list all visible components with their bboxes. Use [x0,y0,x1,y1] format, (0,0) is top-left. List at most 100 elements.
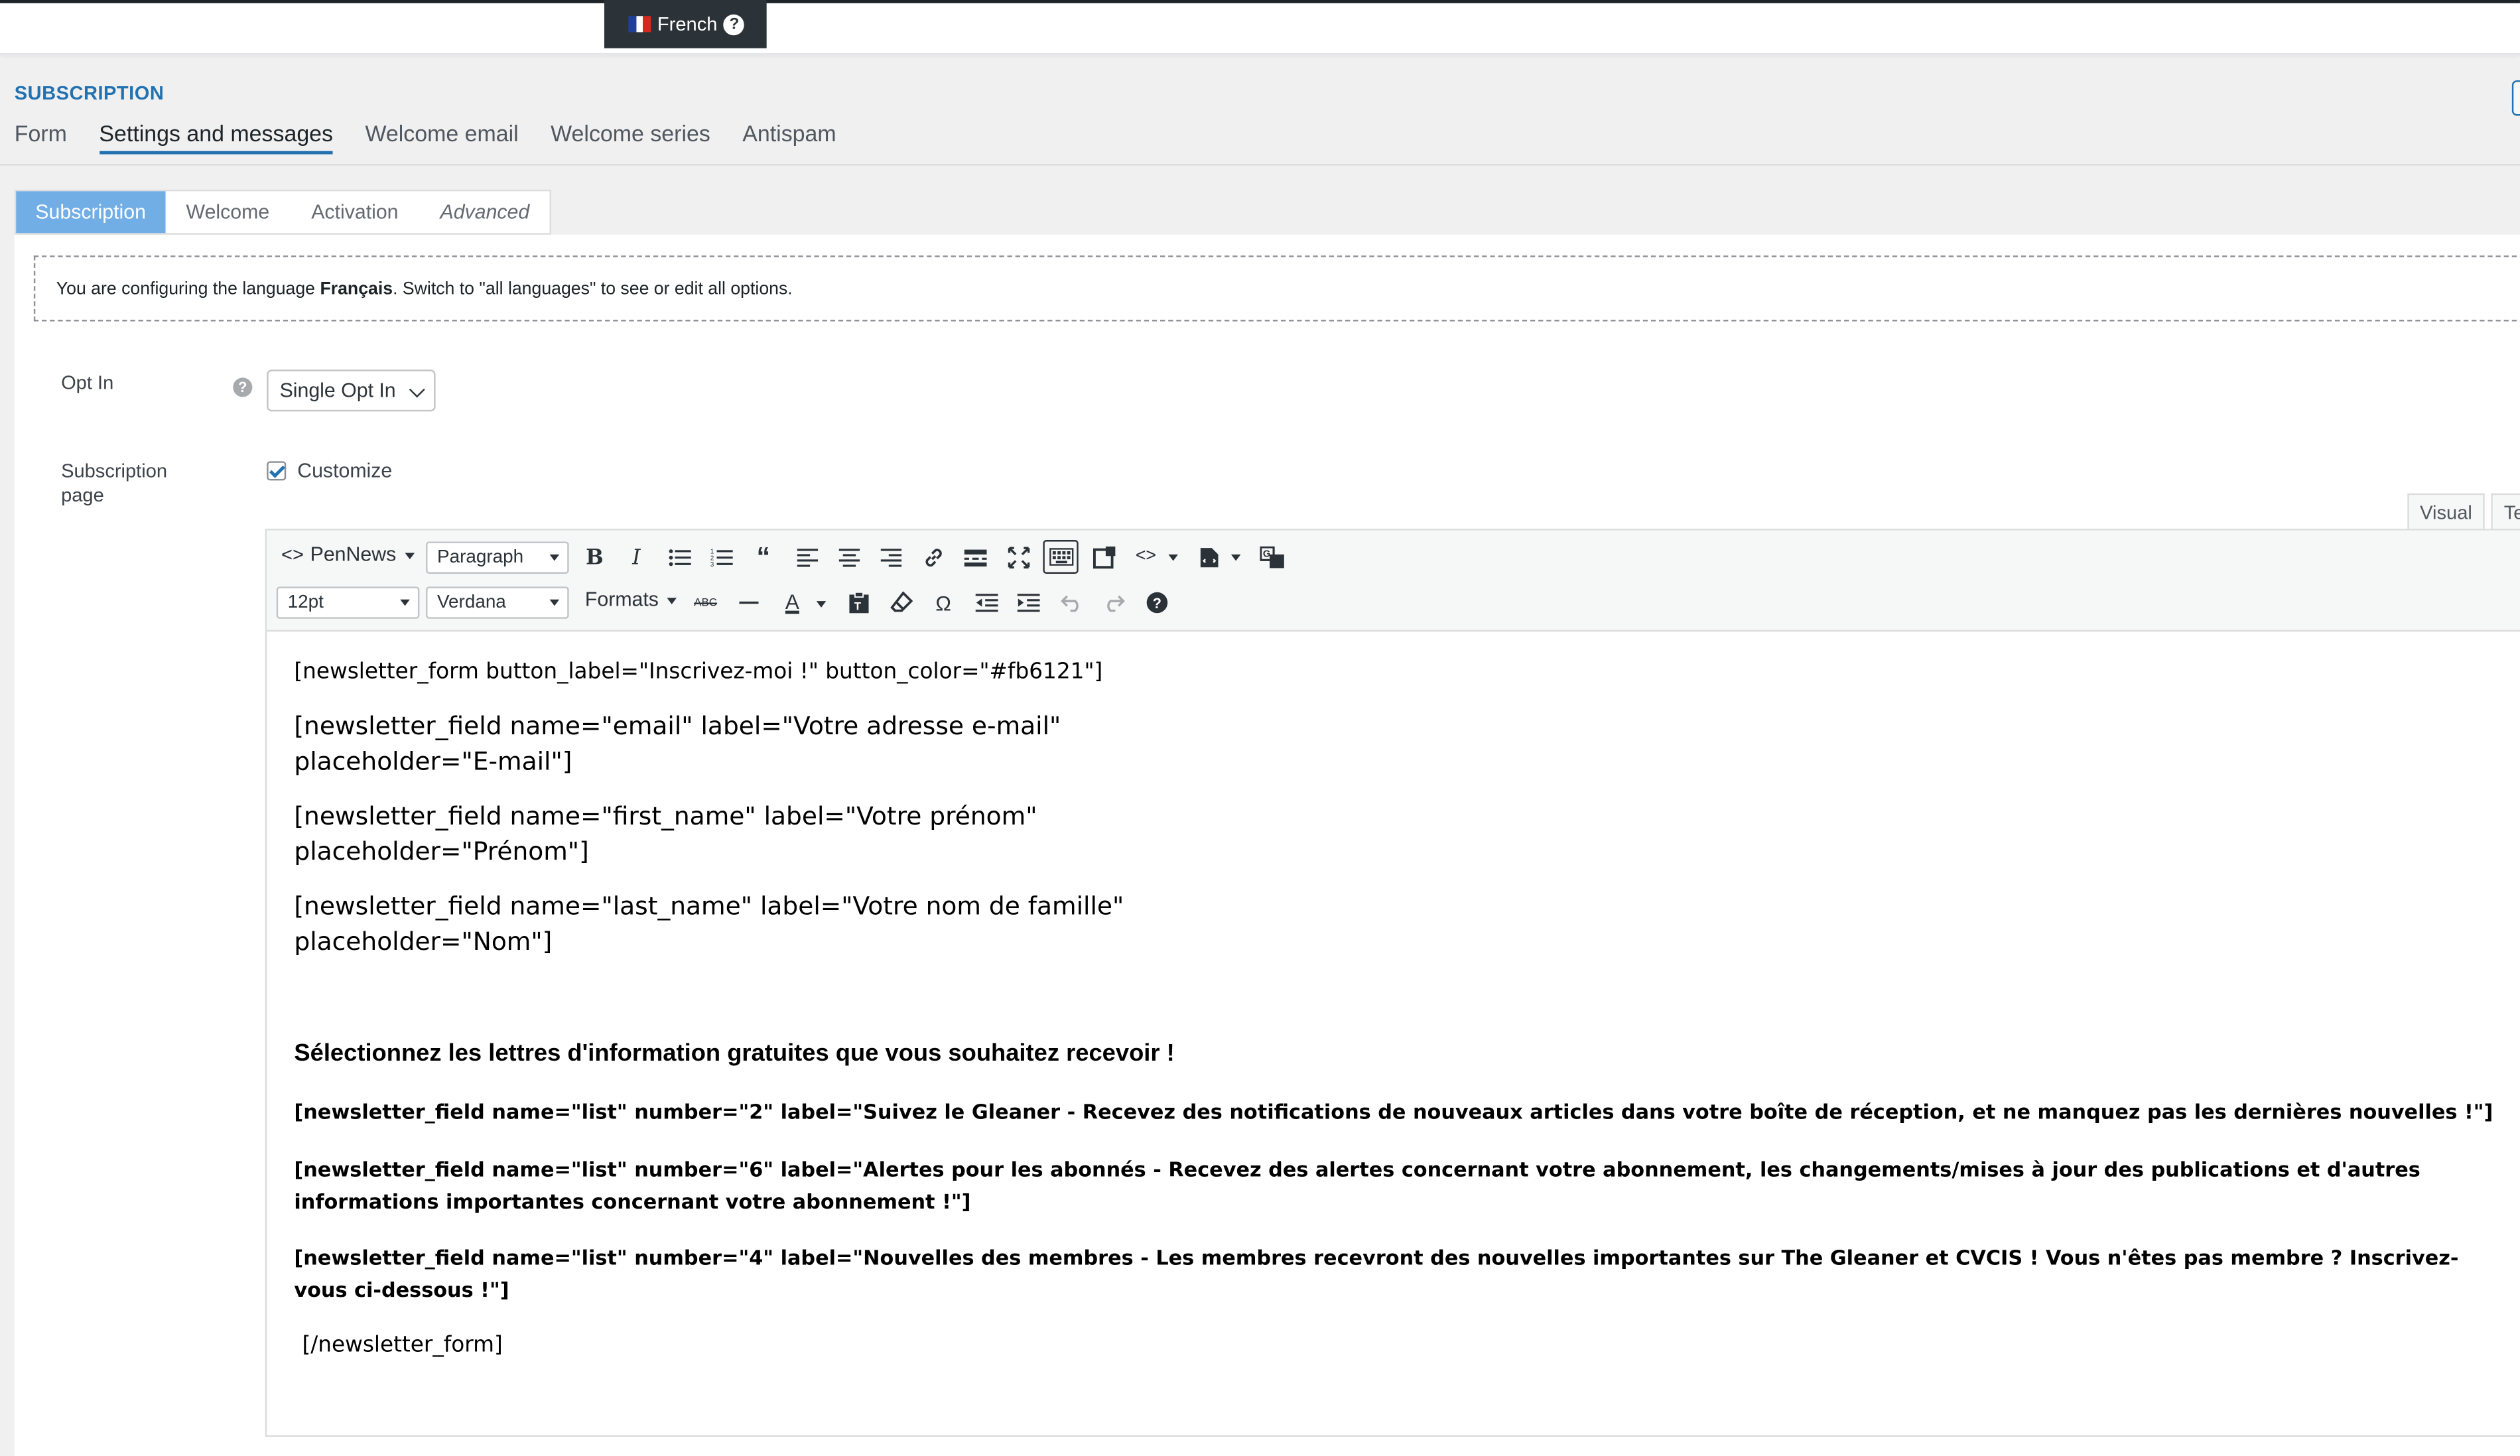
clear-formatting-icon[interactable] [887,588,916,618]
dropdown-arrow-icon [667,598,677,604]
fullscreen-icon[interactable] [1004,543,1033,572]
align-center-icon[interactable] [834,543,863,572]
notice-prefix: You are configuring the language [56,279,320,298]
customize-checkbox[interactable] [267,461,287,481]
editor-tab-text[interactable]: Te [2491,493,2520,529]
redo-icon[interactable] [1099,588,1128,618]
email-field-shortcode: [newsletter_field name="email" label="Vo… [294,708,1061,779]
outdent-icon[interactable] [972,588,1002,618]
template-icon[interactable] [1194,543,1223,572]
last-name-field-line1: [newsletter_field name="last_name" label… [294,892,1124,921]
opt-in-label: Opt In [61,371,114,394]
subscription-page-label-line2: page [61,484,104,507]
opt-in-help-icon[interactable]: ? [233,377,253,397]
subtab-welcome[interactable]: Welcome [165,191,291,233]
list-6-line1: [newsletter_field name="list" number="6"… [294,1157,2421,1181]
block-format-value: Paragraph [437,548,524,568]
editor-tab-visual[interactable]: Visual [2407,493,2485,529]
sub-tabs: Subscription Welcome Activation Advanced [14,189,553,235]
form-close-shortcode: [/newsletter_form] [302,1332,503,1358]
blockquote-icon[interactable]: “ [749,541,778,572]
french-flag-icon [628,16,651,33]
subtab-subscription[interactable]: Subscription [16,191,166,233]
subscription-page-label-line1: Subscription [61,459,168,482]
dropdown-arrow-icon [549,554,560,561]
notice-language: Français [320,279,393,298]
tab-antispam[interactable]: Antispam [742,121,836,155]
translate-icon[interactable]: G [1258,543,1288,572]
toolbar-toggle-icon[interactable] [1043,540,1079,574]
opt-in-select[interactable]: Single Opt In [267,369,436,412]
page-stage: French ? SUBSCRIPTION Form Settings and … [0,0,2520,1456]
tab-welcome-email[interactable]: Welcome email [365,121,518,155]
customize-label: Customize [297,459,393,482]
subtab-advanced[interactable]: Advanced [419,191,551,233]
svg-text:?: ? [1153,595,1161,612]
source-code-icon[interactable]: <> [1132,541,1161,570]
main-tabs: Form Settings and messages Welcome email… [15,121,836,155]
list-4-line2: vous ci-dessous !"] [294,1278,509,1302]
dropdown-arrow-icon [1230,554,1241,561]
link-icon[interactable] [919,543,949,572]
dropdown-arrow-icon [816,601,827,608]
special-character-icon[interactable]: Ω [929,588,958,618]
opt-in-selected: Single Opt In [279,379,396,402]
tab-form[interactable]: Form [15,121,67,155]
rich-text-editor: <> PenNews Paragraph B I 123 “ <> G 12pt… [265,529,2520,1437]
formats-menu[interactable]: Formats [585,588,677,611]
code-brackets-icon: <> [281,543,304,566]
list-2-shortcode: [newsletter_field name="list" number="2"… [294,1099,2493,1124]
last-name-field-line2: placeholder="Nom"] [294,927,553,957]
subtab-activation[interactable]: Activation [291,191,419,233]
svg-text:3: 3 [710,561,714,567]
tab-welcome-series[interactable]: Welcome series [551,121,710,155]
paste-as-text-icon[interactable]: T [844,588,873,618]
pennews-menu[interactable]: <> PenNews [281,543,414,566]
page-title: SUBSCRIPTION [14,82,165,105]
help-icon[interactable]: ? [724,13,745,35]
pennews-label: PenNews [310,543,397,566]
read-more-icon[interactable] [961,543,990,572]
strikethrough-icon[interactable]: ABC [691,588,720,618]
text-color-icon[interactable]: A [778,586,807,616]
undo-icon[interactable] [1057,588,1087,618]
shortcode-icon[interactable] [1090,543,1119,572]
italic-icon[interactable]: I [622,543,651,572]
first-name-field-shortcode: [newsletter_field name="first_name" labe… [294,799,1037,870]
font-family-value: Verdana [437,593,506,613]
header-action-button[interactable] [2511,80,2520,116]
svg-text:T: T [854,600,861,612]
font-family-select[interactable]: Verdana [426,586,569,619]
font-size-select[interactable]: 12pt [276,586,420,619]
formats-label: Formats [584,588,659,611]
list-4-line1: [newsletter_field name="list" number="4"… [294,1245,2459,1270]
dropdown-arrow-icon [1168,554,1178,561]
list-6-shortcode: [newsletter_field name="list" number="6"… [294,1154,2420,1219]
list-4-shortcode: [newsletter_field name="list" number="4"… [294,1242,2458,1307]
first-name-field-line2: placeholder="Prénom"] [294,837,589,866]
language-switcher[interactable]: French ? [604,0,767,48]
list-6-line2: informations importantes concernant votr… [294,1189,971,1214]
tab-settings-and-messages[interactable]: Settings and messages [99,121,334,155]
first-name-field-line1: [newsletter_field name="first_name" labe… [294,801,1037,831]
lists-heading: Sélectionnez les lettres d'information g… [294,1039,1175,1067]
bold-icon[interactable]: B [580,543,610,572]
language-label: French [657,13,718,36]
align-right-icon[interactable] [876,543,905,572]
indent-icon[interactable] [1014,588,1043,618]
dropdown-arrow-icon [404,553,414,560]
dropdown-arrow-icon [549,599,560,606]
dropdown-arrow-icon [400,599,410,606]
top-strip [0,0,2520,3]
block-format-select[interactable]: Paragraph [426,541,569,574]
align-left-icon[interactable] [792,543,821,572]
email-field-line2: placeholder="E-mail"] [294,747,572,777]
chevron-down-icon [409,381,425,398]
editor-toolbar: <> PenNews Paragraph B I 123 “ <> G 12pt… [267,530,2520,632]
numbered-list-icon[interactable]: 123 [707,543,736,572]
help-icon[interactable]: ? [1143,588,1172,618]
top-bar: French ? [0,0,2520,55]
horizontal-line-icon[interactable] [734,588,763,618]
form-open-shortcode: [newsletter_form button_label="Inscrivez… [294,659,1103,685]
bullet-list-icon[interactable] [665,543,695,572]
